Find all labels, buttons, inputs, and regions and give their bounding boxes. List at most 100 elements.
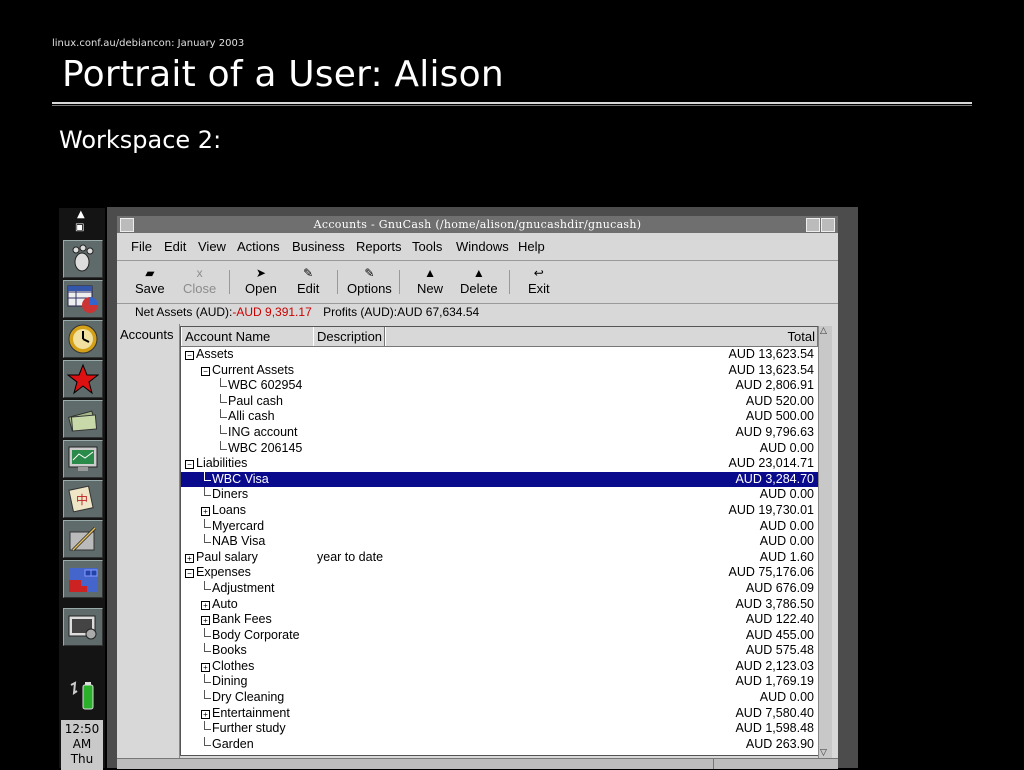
account-row[interactable]: + Entertainment AUD 7,580.40 bbox=[181, 706, 818, 722]
save-button[interactable]: ▰ Save bbox=[135, 265, 165, 296]
spreadsheet-chart-icon[interactable] bbox=[63, 280, 103, 318]
menu-edit[interactable]: Edit bbox=[164, 239, 186, 254]
expand-icon[interactable]: + bbox=[201, 662, 210, 672]
account-total: AUD 2,123.03 bbox=[735, 658, 814, 673]
expand-icon[interactable]: + bbox=[201, 600, 210, 610]
account-row[interactable]: − Liabilities AUD 23,014.71 bbox=[181, 456, 818, 472]
account-row[interactable]: Further study AUD 1,598.48 bbox=[181, 721, 818, 737]
window-titlebar[interactable]: Accounts - GnuCash (/home/alison/gnucash… bbox=[117, 216, 838, 233]
account-name: WBC Visa bbox=[212, 471, 269, 486]
account-row[interactable]: Alli cash AUD 500.00 bbox=[181, 409, 818, 425]
account-row[interactable]: NAB Visa AUD 0.00 bbox=[181, 534, 818, 550]
menu-reports[interactable]: Reports bbox=[356, 239, 402, 254]
account-total: AUD 23,014.71 bbox=[728, 456, 814, 471]
notebook-tabs: Accounts bbox=[117, 324, 180, 768]
profits-value: AUD 67,634.54 bbox=[397, 305, 480, 319]
account-total: AUD 13,623.54 bbox=[728, 347, 814, 361]
mail-clock-icon[interactable] bbox=[63, 320, 103, 358]
account-row[interactable]: Dining AUD 1,769.19 bbox=[181, 674, 818, 690]
toolbar-separator bbox=[229, 270, 230, 294]
collapse-icon[interactable]: − bbox=[185, 569, 194, 579]
tetris-icon[interactable] bbox=[63, 560, 103, 598]
account-row[interactable]: − Current Assets AUD 13,623.54 bbox=[181, 363, 818, 379]
new-button[interactable]: ▲ New bbox=[417, 265, 443, 296]
account-row[interactable]: + Paul salary year to date AUD 1.60 bbox=[181, 550, 818, 566]
account-total: AUD 0.00 bbox=[759, 487, 814, 502]
vertical-scrollbar[interactable]: △ ▽ bbox=[818, 326, 832, 758]
close-button[interactable]: x Close bbox=[183, 265, 216, 296]
delete-button[interactable]: ▲ Delete bbox=[460, 265, 498, 296]
account-name: Further study bbox=[212, 721, 286, 736]
column-description[interactable]: Description bbox=[313, 327, 385, 346]
account-row[interactable]: Diners AUD 0.00 bbox=[181, 487, 818, 503]
account-name: Liabilities bbox=[196, 456, 248, 471]
account-row[interactable]: Adjustment AUD 676.09 bbox=[181, 580, 818, 597]
menu-help[interactable]: Help bbox=[518, 239, 545, 254]
column-account-name[interactable]: Account Name bbox=[181, 327, 314, 346]
dock-arrow-up-icon[interactable]: ▲ bbox=[77, 209, 85, 220]
account-row[interactable]: WBC 602954 AUD 2,806.91 bbox=[181, 378, 818, 394]
tab-accounts[interactable]: Accounts bbox=[120, 327, 173, 342]
account-row[interactable]: + Bank Fees AUD 122.40 bbox=[181, 612, 818, 628]
scroll-up-arrow-icon[interactable]: △ bbox=[820, 326, 827, 336]
account-name: Garden bbox=[212, 736, 254, 751]
account-description: year to date bbox=[317, 549, 384, 564]
account-row[interactable]: Books AUD 575.48 bbox=[181, 643, 818, 659]
menu-windows[interactable]: Windows bbox=[456, 239, 509, 254]
options-button[interactable]: ✎ Options bbox=[347, 265, 392, 296]
account-row[interactable]: ING account AUD 9,796.63 bbox=[181, 424, 818, 441]
expand-icon[interactable]: + bbox=[201, 709, 210, 719]
window-minimize-button[interactable] bbox=[806, 218, 820, 232]
account-name: Loans bbox=[212, 502, 247, 517]
account-row[interactable]: Garden AUD 263.90 bbox=[181, 736, 818, 753]
gnucash-window-frame: Accounts - GnuCash (/home/alison/gnucash… bbox=[107, 207, 858, 769]
account-row[interactable]: + Loans AUD 19,730.01 bbox=[181, 503, 818, 519]
account-row[interactable]: + Clothes AUD 2,123.03 bbox=[181, 659, 818, 675]
star-icon[interactable] bbox=[63, 360, 103, 398]
clock-time: 12:50 bbox=[64, 722, 100, 736]
account-row[interactable]: Paul cash AUD 520.00 bbox=[181, 393, 818, 410]
exit-button[interactable]: ↩ Exit bbox=[528, 265, 550, 296]
gnome-foot-icon[interactable] bbox=[63, 240, 103, 278]
account-row[interactable]: − Assets AUD 13,623.54 bbox=[181, 347, 818, 363]
clock-day: Thu bbox=[70, 752, 94, 766]
menu-actions[interactable]: Actions bbox=[237, 239, 280, 254]
game-tile-icon[interactable]: 中 bbox=[63, 480, 103, 518]
column-total[interactable]: Total bbox=[385, 327, 818, 346]
expand-icon[interactable]: + bbox=[185, 553, 194, 563]
tree-branch-line bbox=[204, 643, 211, 653]
account-name: Bank Fees bbox=[212, 612, 272, 627]
money-icon[interactable] bbox=[63, 400, 103, 438]
collapse-icon[interactable]: − bbox=[185, 460, 194, 470]
menu-view[interactable]: View bbox=[198, 239, 226, 254]
open-icon: ➤ bbox=[255, 266, 266, 280]
dock-close-icon[interactable]: ▣ bbox=[75, 222, 84, 233]
account-row[interactable]: Myercard AUD 0.00 bbox=[181, 518, 818, 535]
window-maximize-button[interactable] bbox=[821, 218, 835, 232]
open-button[interactable]: ➤ Open bbox=[245, 265, 277, 296]
account-row[interactable]: Dry Cleaning AUD 0.00 bbox=[181, 690, 818, 706]
account-row[interactable]: + Auto AUD 3,786.50 bbox=[181, 597, 818, 613]
account-row[interactable]: − Expenses AUD 75,176.06 bbox=[181, 565, 818, 581]
collapse-icon[interactable]: − bbox=[201, 366, 210, 376]
drawing-icon[interactable] bbox=[63, 520, 103, 558]
monitor-icon[interactable] bbox=[63, 440, 103, 478]
menu-file[interactable]: File bbox=[131, 239, 152, 254]
dock-clock[interactable]: 12:50 AM Thu bbox=[61, 720, 103, 770]
account-row[interactable]: WBC Visa AUD 3,284.70 bbox=[181, 471, 818, 488]
expand-icon[interactable]: + bbox=[201, 506, 210, 516]
terminal-icon[interactable] bbox=[63, 608, 103, 646]
menu-business[interactable]: Business bbox=[292, 239, 345, 254]
window-menu-button[interactable] bbox=[120, 218, 134, 232]
save-label: Save bbox=[135, 281, 165, 296]
account-name: WBC 206145 bbox=[228, 440, 303, 455]
menu-tools[interactable]: Tools bbox=[412, 239, 442, 254]
expand-icon[interactable]: + bbox=[201, 616, 210, 626]
exit-label: Exit bbox=[528, 281, 550, 296]
collapse-icon[interactable]: − bbox=[185, 351, 194, 360]
edit-button[interactable]: ✎ Edit bbox=[297, 265, 319, 296]
tree-rows: − Assets AUD 13,623.54− Current Assets AUD 1… bbox=[181, 347, 818, 752]
account-row[interactable]: WBC 206145 AUD 0.00 bbox=[181, 440, 818, 457]
account-row[interactable]: Body Corporate AUD 455.00 bbox=[181, 627, 818, 644]
scroll-down-arrow-icon[interactable]: ▽ bbox=[820, 748, 827, 758]
